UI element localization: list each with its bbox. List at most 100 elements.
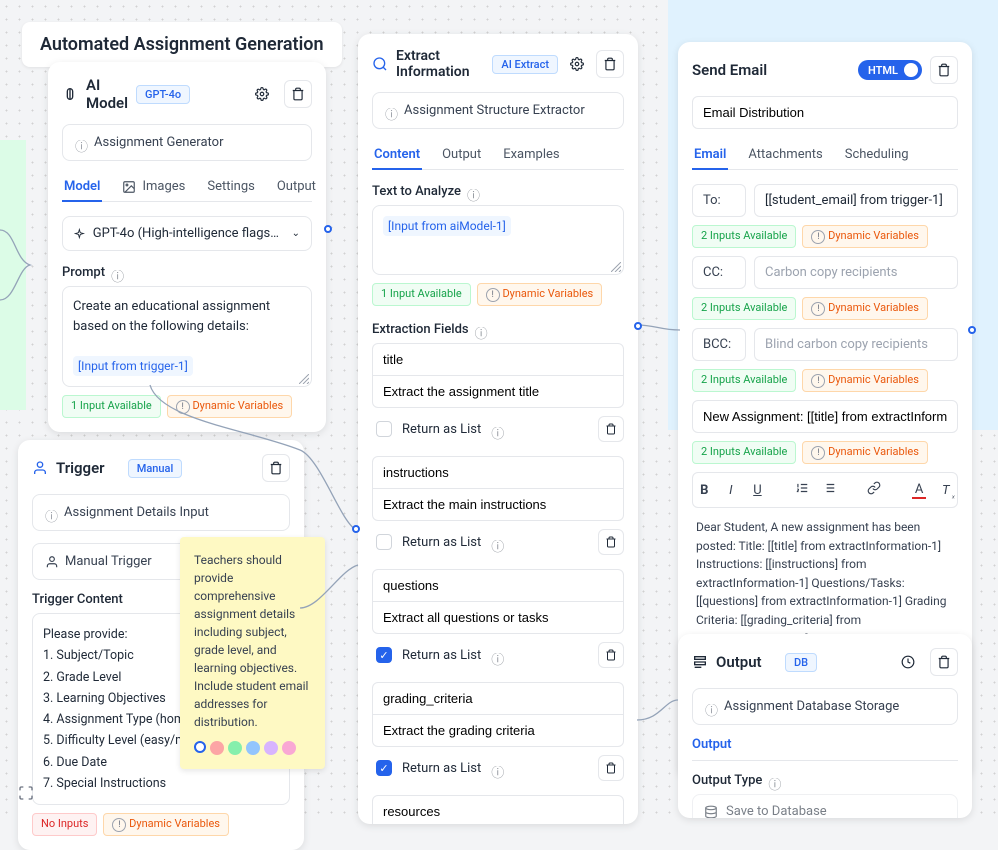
- field-name-input[interactable]: [372, 456, 624, 489]
- delete-field-button[interactable]: [598, 642, 624, 668]
- extractor-name[interactable]: ⓘAssignment Structure Extractor: [372, 92, 624, 129]
- tab-content[interactable]: Content: [372, 141, 422, 170]
- color-option[interactable]: [228, 741, 242, 755]
- output-type-select[interactable]: Save to Database: [692, 794, 958, 818]
- dynamic-vars-badge[interactable]: ! Dynamic Variables: [802, 225, 928, 248]
- color-option[interactable]: [246, 741, 260, 755]
- dynamic-vars-badge[interactable]: ! Dynamic Variables: [802, 441, 928, 464]
- prompt-label: Prompt: [62, 265, 105, 280]
- to-input[interactable]: [[student_email] from trigger-1]: [754, 184, 958, 217]
- dynamic-vars-badge[interactable]: ! Dynamic Variables: [802, 369, 928, 392]
- italic-button[interactable]: I: [724, 483, 739, 498]
- extract-node: Extract Information AI Extract ⓘAssignme…: [358, 34, 638, 824]
- delete-field-button[interactable]: [598, 416, 624, 442]
- search-icon: [372, 56, 388, 72]
- history-button[interactable]: [894, 648, 922, 676]
- rich-text-toolbar: B I U A Tₓ: [692, 472, 958, 508]
- model-select[interactable]: GPT-4o (High-intelligence flagship model…: [62, 216, 312, 251]
- delete-button[interactable]: [284, 80, 312, 108]
- tab-model[interactable]: Model: [62, 173, 102, 202]
- tab-email[interactable]: Email: [692, 141, 728, 170]
- tab-settings[interactable]: Settings: [205, 173, 256, 202]
- tab-examples[interactable]: Examples: [501, 141, 561, 170]
- port-dot[interactable]: [968, 326, 976, 334]
- analyze-textarea[interactable]: [Input from aiModel-1]: [372, 205, 624, 275]
- return-list-checkbox[interactable]: [376, 534, 392, 550]
- delete-button[interactable]: [596, 50, 624, 78]
- clock-icon: !: [176, 400, 190, 414]
- inputs-available-badge: 2 Inputs Available: [692, 225, 796, 248]
- color-option-selected[interactable]: [194, 741, 206, 753]
- dynamic-vars-badge[interactable]: ! Dynamic Variables: [167, 395, 293, 418]
- tab-email-label: Email: [694, 147, 726, 162]
- return-list-checkbox[interactable]: [376, 760, 392, 776]
- resize-handle[interactable]: [611, 262, 621, 272]
- return-list-checkbox[interactable]: [376, 647, 392, 663]
- ai-extract-badge: AI Extract: [492, 55, 558, 74]
- tab-output[interactable]: Output: [440, 141, 483, 170]
- delete-button[interactable]: [262, 454, 290, 482]
- subject-input[interactable]: [692, 400, 958, 433]
- info-icon: ⓘ: [491, 762, 504, 775]
- prompt-textarea[interactable]: Create an educational assignment based o…: [62, 286, 312, 387]
- field-desc-input[interactable]: [372, 714, 624, 747]
- port-dot[interactable]: [352, 525, 360, 533]
- settings-button[interactable]: [566, 50, 588, 78]
- delete-button[interactable]: [930, 56, 958, 84]
- prompt-variable: [Input from trigger-1]: [73, 356, 193, 376]
- output-type-label: Output Type: [692, 773, 762, 788]
- tab-images[interactable]: Images: [120, 173, 187, 202]
- output-name[interactable]: ⓘAssignment Database Storage: [692, 688, 958, 725]
- html-toggle[interactable]: HTML: [858, 60, 922, 80]
- tab-scheduling[interactable]: Scheduling: [843, 141, 911, 170]
- dynamic-vars-badge[interactable]: ! Dynamic Variables: [802, 297, 928, 320]
- dynamic-vars-badge[interactable]: ! Dynamic Variables: [103, 813, 229, 836]
- ordered-list-button[interactable]: [795, 481, 810, 499]
- port-dot[interactable]: [634, 322, 642, 330]
- tab-output[interactable]: Output: [275, 173, 318, 202]
- delete-field-button[interactable]: [598, 755, 624, 781]
- input-available-badge: 1 Input Available: [372, 283, 471, 306]
- trigger-name[interactable]: ⓘAssignment Details Input: [32, 494, 290, 531]
- cc-input[interactable]: Carbon copy recipients: [754, 256, 958, 289]
- color-option[interactable]: [264, 741, 278, 755]
- info-icon: ⓘ: [705, 700, 718, 713]
- field-desc-input[interactable]: [372, 375, 624, 408]
- model-badge: GPT-4o: [136, 85, 190, 104]
- text-color-button[interactable]: A: [912, 482, 927, 499]
- color-option[interactable]: [282, 741, 296, 755]
- dynamic-vars-badge[interactable]: ! Dynamic Variables: [477, 283, 603, 306]
- bold-button[interactable]: B: [697, 483, 712, 498]
- field-desc-input[interactable]: [372, 601, 624, 634]
- resize-handle[interactable]: [299, 374, 309, 384]
- ai-model-title: AI Model: [86, 76, 128, 112]
- bcc-label: BCC:: [692, 328, 746, 361]
- trigger-item: 7. Special Instructions: [43, 773, 279, 794]
- clear-format-button[interactable]: Tₓ: [938, 483, 953, 498]
- link-button[interactable]: [867, 481, 882, 499]
- underline-button[interactable]: U: [750, 483, 765, 498]
- field-name-input[interactable]: [372, 569, 624, 602]
- field-name-input[interactable]: [372, 343, 624, 376]
- tab-attachments[interactable]: Attachments: [746, 141, 824, 170]
- user-icon: [32, 460, 48, 476]
- color-option[interactable]: [210, 741, 224, 755]
- unordered-list-button[interactable]: [822, 481, 837, 499]
- email-name-input[interactable]: [692, 96, 958, 129]
- field-desc-input[interactable]: [372, 488, 624, 521]
- field-name-input[interactable]: [372, 682, 624, 715]
- settings-button[interactable]: [248, 80, 276, 108]
- port-dot[interactable]: [324, 225, 332, 233]
- delete-field-button[interactable]: [598, 529, 624, 555]
- sticky-note[interactable]: Teachers should provide comprehensive as…: [180, 537, 325, 769]
- generator-name[interactable]: ⓘAssignment Generator: [62, 124, 312, 161]
- tab-output-label: Output: [277, 179, 316, 194]
- bcc-input[interactable]: Blind carbon copy recipients: [754, 328, 958, 361]
- return-list-checkbox[interactable]: [376, 421, 392, 437]
- fullscreen-button[interactable]: [18, 785, 34, 805]
- field-name-input[interactable]: [372, 795, 624, 824]
- clock-icon: !: [811, 446, 825, 460]
- db-badge: DB: [785, 653, 817, 672]
- delete-button[interactable]: [930, 648, 958, 676]
- no-inputs-badge: No Inputs: [32, 813, 97, 836]
